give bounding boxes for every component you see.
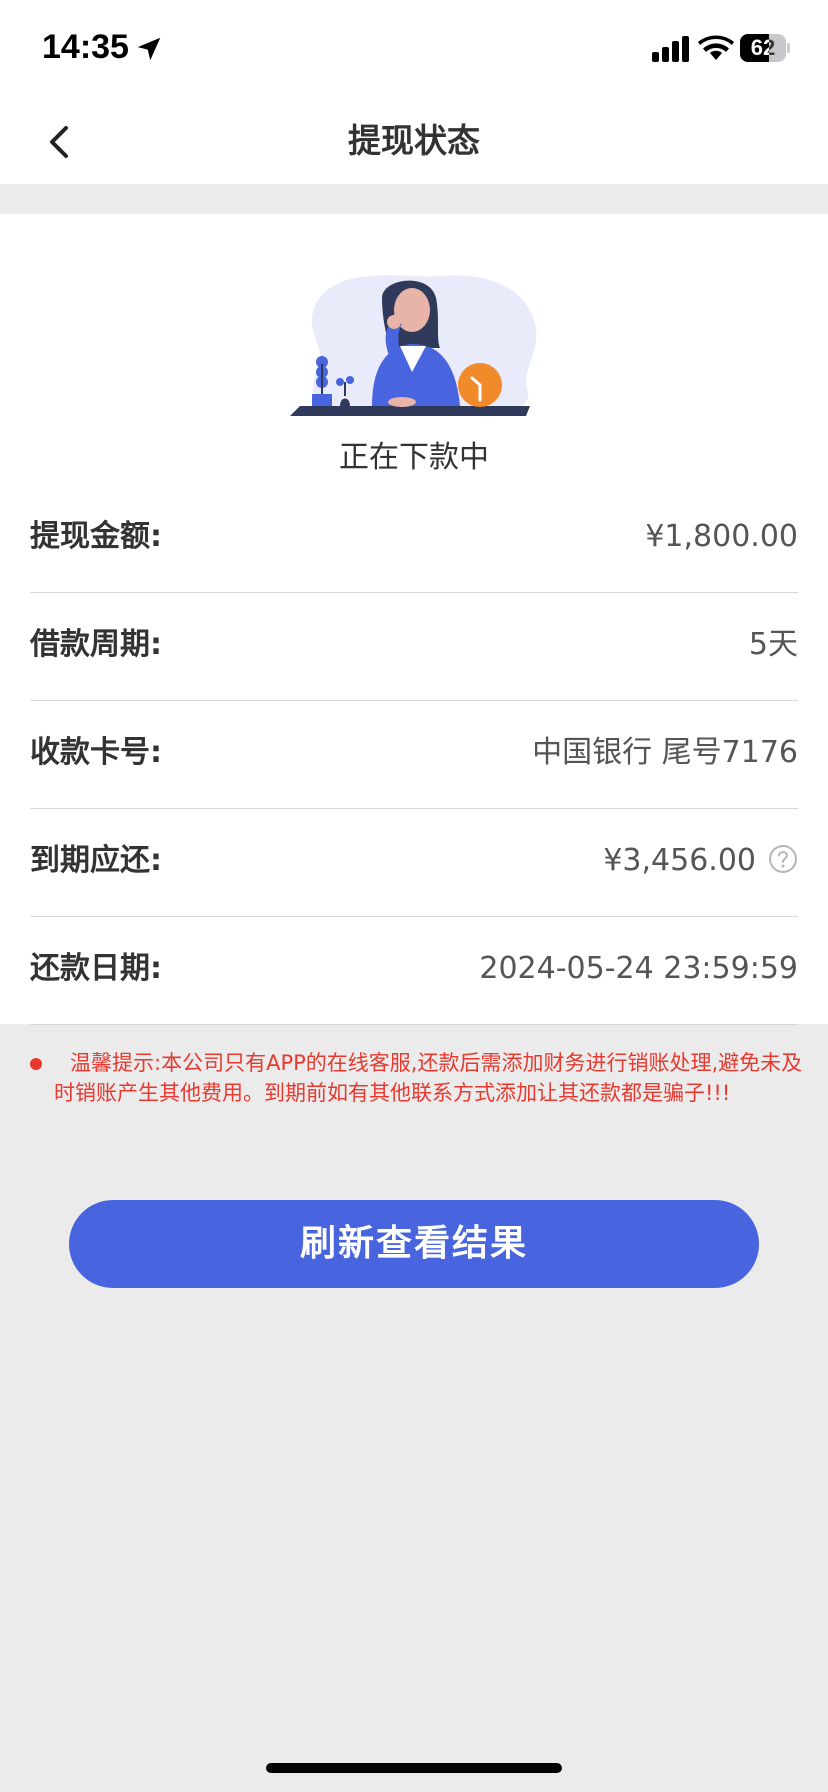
withdrawal-status-text: 正在下款中 bbox=[339, 440, 489, 475]
status-time: 14:35 bbox=[42, 28, 129, 66]
detail-label: 到期应还: bbox=[30, 843, 162, 878]
detail-label: 提现金额: bbox=[30, 519, 162, 554]
detail-row-amount: 提现金额: ¥1,800.00 bbox=[30, 484, 798, 593]
battery-level: 62 bbox=[750, 35, 776, 60]
detail-row-card: 收款卡号: 中国银行 尾号7176 bbox=[30, 700, 798, 809]
battery-icon: 62 bbox=[740, 34, 790, 62]
detail-row-period: 借款周期: 5天 bbox=[30, 592, 798, 701]
detail-value: 2024-05-24 23:59:59 bbox=[479, 951, 798, 986]
detail-row-due-amount: 到期应还: ¥3,456.00 bbox=[30, 808, 798, 917]
warning-dot-icon bbox=[30, 1058, 42, 1070]
detail-value: 5天 bbox=[748, 627, 798, 662]
detail-label: 借款周期: bbox=[30, 627, 162, 662]
status-bar: 14:35 62 bbox=[0, 0, 828, 100]
detail-row-repay-date: 还款日期: 2024-05-24 23:59:59 bbox=[30, 916, 798, 1025]
detail-value: ¥3,456.00 bbox=[603, 843, 756, 878]
page-title: 提现状态 bbox=[348, 121, 480, 160]
signal-icon bbox=[652, 36, 689, 62]
detail-value: 中国银行 尾号7176 bbox=[532, 735, 798, 770]
question-circle-icon[interactable] bbox=[768, 844, 798, 874]
warning-notice-text: 温馨提示:本公司只有APP的在线客服,还款后需添加财务进行销账处理,避免未及时销… bbox=[54, 1051, 803, 1105]
wifi-icon bbox=[698, 35, 734, 60]
detail-label: 收款卡号: bbox=[30, 735, 162, 770]
location-arrow-icon bbox=[137, 37, 161, 61]
detail-value: ¥1,800.00 bbox=[645, 519, 798, 554]
nav-bar: 提现状态 bbox=[0, 100, 828, 184]
withdrawal-status-card: 正在下款中 提现金额: ¥1,800.00 借款周期: 5天 收款卡号: 中国银… bbox=[0, 214, 828, 1025]
home-indicator[interactable] bbox=[266, 1763, 562, 1773]
detail-label: 还款日期: bbox=[30, 951, 162, 986]
woman-waiting-clock-illustration bbox=[290, 275, 537, 416]
refresh-result-button[interactable]: 刷新查看结果 bbox=[69, 1200, 759, 1288]
